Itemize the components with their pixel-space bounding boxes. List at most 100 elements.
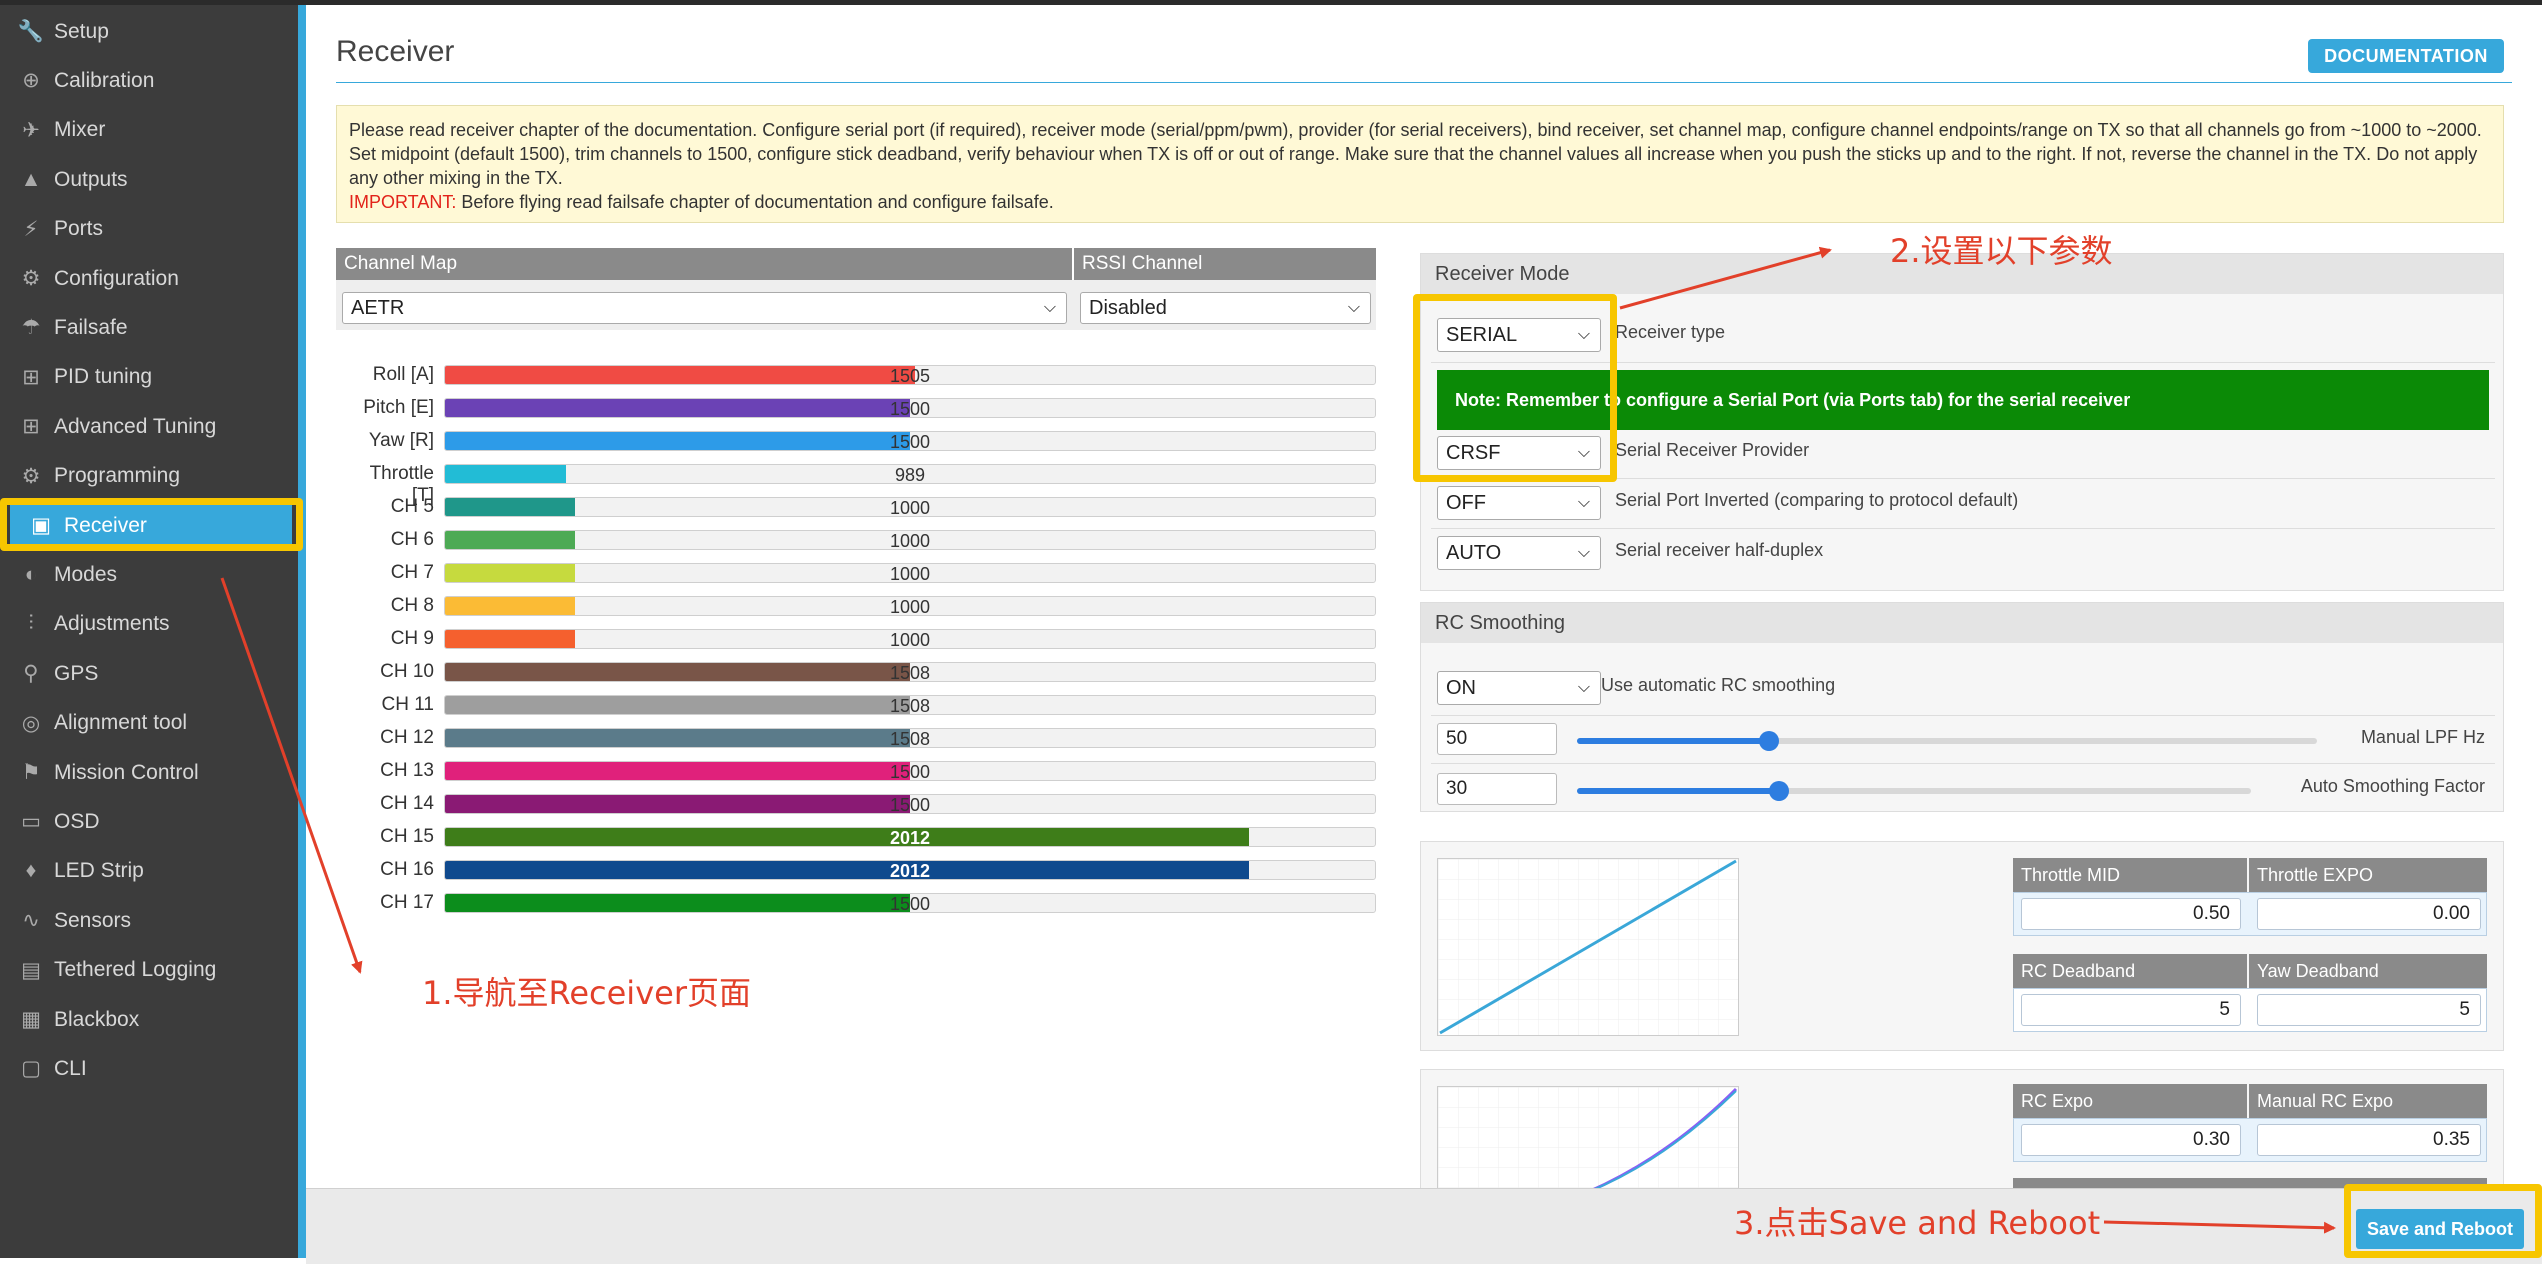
sidebar-item-label: PID tuning — [54, 365, 153, 389]
manual-lpf-slider-thumb[interactable] — [1759, 731, 1780, 751]
channel-bar: 2012 — [444, 827, 1376, 847]
channel-bar: 1500 — [444, 431, 1376, 451]
sidebar-item-label: OSD — [54, 809, 100, 833]
sidebar-item-sensors[interactable]: ∿ Sensors — [0, 896, 298, 945]
chevron-down-icon: ⌵ — [1347, 299, 1360, 316]
parachute-icon: ☂ — [21, 316, 41, 340]
channel-bar: 1000 — [444, 596, 1376, 616]
main-content: Receiver DOCUMENTATION Please read recei… — [306, 5, 2542, 1264]
half-duplex-value: AUTO — [1446, 541, 1502, 564]
auto-smoothing-factor-slider-thumb[interactable] — [1769, 781, 1790, 801]
sidebar-item-ports[interactable]: ⚡ Ports — [0, 205, 298, 254]
channel-bar: 1000 — [444, 530, 1376, 550]
half-duplex-select[interactable]: AUTO ⌵ — [1437, 536, 1601, 570]
sidebar-item-label: Mission Control — [54, 760, 199, 784]
throttle-mid-input[interactable]: 0.50 — [2021, 898, 2241, 930]
sidebar-item-osd[interactable]: ▭ OSD — [0, 797, 298, 846]
channel-bar: 1000 — [444, 497, 1376, 517]
half-duplex-label: Serial receiver half-duplex — [1615, 540, 1824, 560]
channel-bar: 1500 — [444, 761, 1376, 781]
sidebar-item-label: Failsafe — [54, 315, 128, 339]
sidebar-item-modes[interactable]: ◐ Modes — [0, 550, 298, 599]
sidebar-item-label: Ports — [54, 217, 104, 241]
sliders-icon: ⊞ — [22, 365, 40, 389]
channel-bar: 1508 — [444, 728, 1376, 748]
serial-inverted-value: OFF — [1446, 491, 1486, 514]
serial-inverted-select[interactable]: OFF ⌵ — [1437, 486, 1601, 520]
sidebar-item-label: Programming — [54, 464, 181, 488]
manual-rc-expo-input[interactable]: 0.35 — [2257, 1124, 2481, 1156]
channel-label: CH 14 — [380, 793, 434, 814]
adjust-icon: ⫶ — [28, 612, 34, 636]
sidebar-item-alignment-tool[interactable]: ◎ Alignment tool — [0, 699, 298, 748]
sidebar-item-label: Setup — [54, 19, 109, 43]
sidebar-item-calibration[interactable]: ⊕ Calibration — [0, 56, 298, 105]
channel-value: 1500 — [889, 795, 931, 814]
channel-bar: 1508 — [444, 662, 1376, 682]
sidebar-item-failsafe[interactable]: ☂ Failsafe — [0, 303, 298, 352]
channel-label: CH 7 — [390, 562, 434, 583]
rc-smoothing-label: Use automatic RC smoothing — [1601, 675, 1836, 695]
satellite-icon: ⚲ — [23, 662, 39, 686]
sidebar-item-advanced-tuning[interactable]: ⊞ Advanced Tuning — [0, 402, 298, 451]
throttle-expo-header: Throttle EXPO — [2249, 858, 2487, 892]
sidebar-item-setup[interactable]: 🔧 Setup — [0, 7, 298, 56]
channel-label: CH 13 — [380, 760, 434, 781]
auto-smoothing-factor-input[interactable]: 30 — [1437, 773, 1557, 805]
highlight-save-button — [2344, 1184, 2542, 1258]
sidebar-item-gps[interactable]: ⚲ GPS — [0, 649, 298, 698]
channel-map-select[interactable]: AETR ⌵ — [342, 292, 1067, 324]
auto-smoothing-factor-slider[interactable] — [1577, 781, 2251, 801]
sidebar: 🔧 Setup ⊕ Calibration ✈ Mixer ▲ Outputs ⚡ Ports ⚙ C… — [0, 5, 298, 1258]
mixer-icon: ✈ — [22, 118, 40, 142]
channel-label: CH 12 — [380, 727, 434, 748]
sidebar-item-pid-tuning[interactable]: ⊞ PID tuning — [0, 353, 298, 402]
sidebar-item-tethered-logging[interactable]: ▤ Tethered Logging — [0, 946, 298, 995]
throttle-expo-input[interactable]: 0.00 — [2257, 898, 2481, 930]
channel-label: Roll [A] — [372, 364, 434, 385]
sidebar-item-label: Configuration — [54, 266, 179, 290]
channel-bar: 1508 — [444, 695, 1376, 715]
channel-label: CH 15 — [380, 826, 434, 847]
channel-map-value: AETR — [351, 296, 405, 319]
sidebar-item-adjustments[interactable]: ⫶ Adjustments — [0, 600, 298, 649]
channel-label: CH 6 — [390, 529, 434, 550]
channel-value: 1508 — [889, 663, 931, 682]
throttle-curve-panel: Throttle MID Throttle EXPO 0.50 0.00 RC … — [1420, 841, 2504, 1051]
sliders-icon: ⊞ — [22, 415, 40, 439]
channel-label: CH 11 — [381, 694, 434, 715]
yaw-deadband-input[interactable]: 5 — [2257, 994, 2481, 1026]
rc-expo-input[interactable]: 0.30 — [2021, 1124, 2241, 1156]
manual-lpf-slider[interactable] — [1577, 731, 2317, 751]
sidebar-item-label: Sensors — [54, 908, 132, 932]
channel-value: 1505 — [889, 366, 931, 385]
documentation-button[interactable]: DOCUMENTATION — [2308, 39, 2504, 73]
sidebar-item-configuration[interactable]: ⚙ Configuration — [0, 254, 298, 303]
manual-lpf-input[interactable]: 50 — [1437, 723, 1557, 755]
page-title: Receiver — [336, 35, 455, 68]
sidebar-item-label: Modes — [54, 562, 118, 586]
sidebar-item-mixer[interactable]: ✈ Mixer — [0, 106, 298, 155]
sidebar-item-programming[interactable]: ⚙ Programming — [0, 452, 298, 501]
channel-bar: 1000 — [444, 563, 1376, 583]
motor-icon: ▲ — [20, 167, 42, 191]
sidebar-item-led-strip[interactable]: ♦ LED Strip — [0, 847, 298, 896]
rc-smoothing-value: ON — [1446, 676, 1476, 699]
channel-label: CH 16 — [380, 859, 434, 880]
rssi-channel-header: RSSI Channel — [1074, 248, 1376, 280]
rc-smoothing-select[interactable]: ON ⌵ — [1437, 671, 1601, 705]
channel-bar: 989 — [444, 464, 1376, 484]
rc-deadband-input[interactable]: 5 — [2021, 994, 2241, 1026]
channel-label: CH 9 — [390, 628, 434, 649]
highlight-receiver-nav — [0, 498, 303, 551]
serial-provider-label: Serial Receiver Provider — [1615, 440, 1810, 460]
sidebar-item-outputs[interactable]: ▲ Outputs — [0, 155, 298, 204]
sidebar-item-label: Blackbox — [54, 1007, 140, 1031]
toggle-icon: ◐ — [24, 562, 38, 586]
sidebar-item-mission-control[interactable]: ⚑ Mission Control — [0, 748, 298, 797]
sidebar-item-blackbox[interactable]: ▦ Blackbox — [0, 995, 298, 1044]
sidebar-item-cli[interactable]: ▢ CLI — [0, 1044, 298, 1093]
rssi-channel-select[interactable]: Disabled ⌵ — [1080, 292, 1371, 324]
channel-label: CH 5 — [390, 496, 434, 517]
gear-icon: ⚙ — [21, 267, 41, 290]
